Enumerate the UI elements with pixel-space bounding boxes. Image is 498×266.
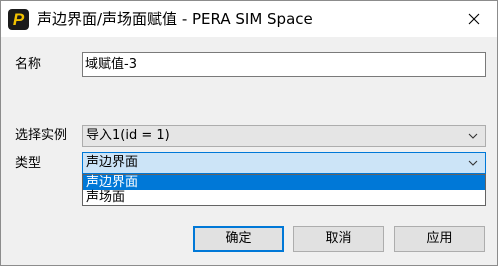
chevron-down-icon bbox=[468, 160, 478, 166]
type-dropdown-list: 声边界面 声场面 bbox=[82, 174, 486, 206]
instance-label: 选择实例 bbox=[15, 128, 68, 143]
chevron-down-icon bbox=[468, 133, 478, 139]
type-select-value: 声边界面 bbox=[86, 155, 139, 170]
type-select[interactable]: 声边界面 bbox=[82, 152, 486, 174]
name-field[interactable]: 域赋值-3 bbox=[82, 52, 486, 77]
title-bar[interactable]: P 声边界面/声场面赋值 - PERA SIM Space bbox=[1, 1, 497, 37]
type-label: 类型 bbox=[15, 156, 42, 171]
instance-select-value: 导入1(id = 1) bbox=[86, 128, 170, 143]
type-option-acoustic-boundary[interactable]: 声边界面 bbox=[83, 175, 485, 190]
window-title: 声边界面/声场面赋值 - PERA SIM Space bbox=[37, 10, 313, 28]
dialog-window: P 声边界面/声场面赋值 - PERA SIM Space 名称 域赋值-3 选… bbox=[0, 0, 498, 266]
close-icon bbox=[468, 13, 480, 25]
name-label: 名称 bbox=[15, 57, 42, 72]
cancel-button[interactable]: 取消 bbox=[293, 226, 384, 252]
app-logo-icon: P bbox=[8, 9, 29, 30]
ok-button[interactable]: 确定 bbox=[193, 226, 284, 252]
apply-button[interactable]: 应用 bbox=[394, 226, 485, 252]
type-option-acoustic-field[interactable]: 声场面 bbox=[83, 190, 485, 205]
instance-select[interactable]: 导入1(id = 1) bbox=[82, 125, 486, 147]
close-button[interactable] bbox=[451, 1, 497, 37]
